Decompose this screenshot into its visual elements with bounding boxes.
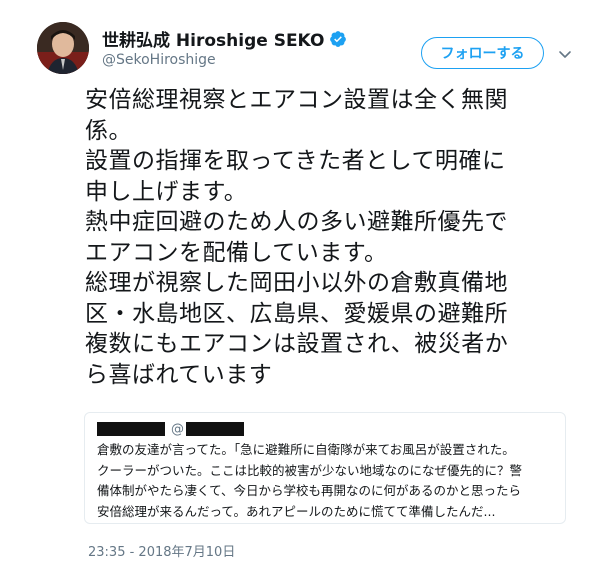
display-name[interactable]: 世耕弘成 Hiroshige SEKO: [102, 26, 324, 51]
redacted-handle: [186, 422, 244, 436]
follow-button[interactable]: フォローする: [421, 37, 544, 69]
tweet-line: 熱中症回避のため人の多い避難所優先で: [85, 209, 508, 235]
redacted-name: [97, 422, 165, 436]
quoted-tweet[interactable]: @ 倉敷の友達が言ってた。「急に避難所に自衛隊が来てお風呂が設置された。 クーラ…: [84, 412, 566, 524]
quote-line: 倉敷の友達が言ってた。「急に避難所に自衛隊が来てお風呂が設置された。: [97, 442, 515, 457]
tweet-text: 安倍総理視察とエアコン設置は全く無関 係。 設置の指揮を取ってきた者として明確に…: [85, 85, 575, 390]
avatar[interactable]: [37, 22, 89, 74]
quote-line: クーラーがついた。ここは比較的被害が少ない地域なのになぜ優先的に？警: [97, 462, 523, 478]
quote-line: 備体制がやたら凄くて、今日から学校も再開なのに何があるのかと思ったら: [97, 483, 522, 498]
tweet-timestamp[interactable]: 23:35 - 2018年7月10日: [88, 541, 235, 560]
quote-line: 安倍総理が来るんだって。あれアピールのために慌てて準備したんだ...: [97, 503, 496, 519]
tweet-line: エアコンを配備しています。: [85, 239, 388, 266]
chevron-down-icon[interactable]: [557, 46, 573, 62]
tweet-line: 申し上げます。: [85, 178, 248, 205]
avatar-image: [37, 22, 89, 74]
at-symbol: @: [171, 421, 184, 437]
tweet-line: 総理が視察した岡田小以外の倉敷真備地: [85, 270, 508, 296]
verified-badge-icon: [329, 30, 347, 48]
quoted-tweet-header: @: [97, 421, 244, 437]
tweet-line: ら喜ばれています: [85, 361, 273, 388]
tweet-header: 世耕弘成 Hiroshige SEKO @SekoHiroshige フォローす…: [37, 22, 577, 82]
tweet-line: 安倍総理視察とエアコン設置は全く無関: [85, 87, 508, 113]
tweet-line: 区・水島地区、広島県、愛媛県の避難所: [85, 300, 508, 327]
tweet-line: 設置の指揮を取ってきた者として明確に: [85, 148, 506, 174]
quoted-tweet-text: 倉敷の友達が言ってた。「急に避難所に自衛隊が来てお風呂が設置された。 クーラーが…: [97, 440, 559, 522]
tweet-line: 複数にもエアコンは設置され、被災者か: [85, 331, 509, 357]
tweet-line: 係。: [85, 117, 132, 144]
author-handle[interactable]: @SekoHiroshige: [102, 52, 216, 68]
author-name-row: 世耕弘成 Hiroshige SEKO: [102, 26, 347, 51]
